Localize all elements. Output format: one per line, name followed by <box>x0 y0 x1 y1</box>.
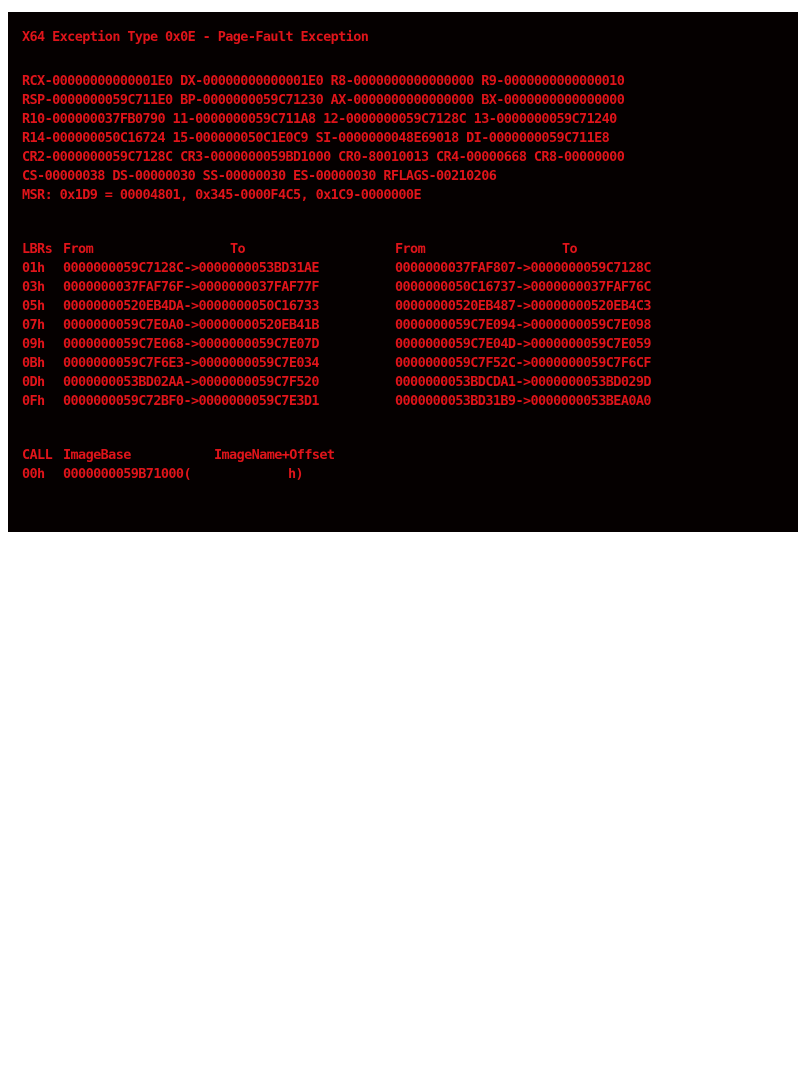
call-header-imagename: ImageName+Offset <box>214 447 335 463</box>
lbr-header-from: From <box>395 241 426 257</box>
lbr-entry: 0000000050C16737->0000000037FAF76C <box>395 279 652 295</box>
call-imagename: h) <box>288 466 304 482</box>
lbr-entry: 00000000520EB4DA->0000000050C16733 <box>63 298 320 314</box>
lbr-entry: 0000000059C7128C->0000000053BD31AE <box>63 260 320 276</box>
lbr-header-to: To <box>230 241 246 257</box>
call-header-label: CALL <box>22 447 53 463</box>
lbr-entry: 0000000059C72BF0->0000000059C7E3D1 <box>63 393 320 409</box>
register-line: R10-000000037FB0790 11-0000000059C711A8 … <box>22 111 617 127</box>
register-line: RCX-00000000000001E0 DX-00000000000001E0… <box>22 73 625 89</box>
exception-title: X64 Exception Type 0x0E - Page-Fault Exc… <box>22 29 369 45</box>
lbr-header-label: LBRs <box>22 241 53 257</box>
lbr-entry: 0000000059C7E04D->0000000059C7E059 <box>395 336 652 352</box>
register-line: R14-000000050C16724 15-000000050C1E0C9 S… <box>22 130 610 146</box>
lbr-index: 05h <box>22 298 45 314</box>
lbr-entry: 0000000059C7E068->0000000059C7E07D <box>63 336 320 352</box>
call-imagebase: 0000000059B71000( <box>63 466 192 482</box>
lbr-entry: 0000000053BD31B9->0000000053BEA0A0 <box>395 393 652 409</box>
lbr-entry: 0000000037FAF807->0000000059C7128C <box>395 260 652 276</box>
register-line: RSP-0000000059C711E0 BP-0000000059C71230… <box>22 92 625 108</box>
lbr-index: 0Fh <box>22 393 45 409</box>
lbr-index: 07h <box>22 317 45 333</box>
lbr-entry: 0000000059C7F6E3->0000000059C7E034 <box>63 355 320 371</box>
lbr-entry: 0000000059C7E0A0->00000000520EB41B <box>63 317 320 333</box>
lbr-entry: 00000000520EB487->00000000520EB4C3 <box>395 298 652 314</box>
lbr-index: 01h <box>22 260 45 276</box>
lbr-header-to: To <box>562 241 578 257</box>
lbr-header-from: From <box>63 241 94 257</box>
segment-register-line: CS-00000038 DS-00000030 SS-00000030 ES-0… <box>22 168 497 184</box>
lbr-index: 03h <box>22 279 45 295</box>
msr-line: MSR: 0x1D9 = 00004801, 0x345-0000F4C5, 0… <box>22 187 422 203</box>
lbr-index: 09h <box>22 336 45 352</box>
call-index: 00h <box>22 466 45 482</box>
lbr-entry: 0000000053BD02AA->0000000059C7F520 <box>63 374 320 390</box>
lbr-index: 0Dh <box>22 374 45 390</box>
lbr-entry: 0000000037FAF76F->0000000037FAF77F <box>63 279 320 295</box>
register-line: CR2-0000000059C7128C CR3-0000000059BD100… <box>22 149 625 165</box>
lbr-entry: 0000000059C7E094->0000000059C7E098 <box>395 317 652 333</box>
exception-screen: X64 Exception Type 0x0E - Page-Fault Exc… <box>8 12 798 532</box>
lbr-index: 0Bh <box>22 355 45 371</box>
lbr-entry: 0000000059C7F52C->0000000059C7F6CF <box>395 355 652 371</box>
call-header-imagebase: ImageBase <box>63 447 131 463</box>
lbr-entry: 0000000053BDCDA1->0000000053BD029D <box>395 374 652 390</box>
